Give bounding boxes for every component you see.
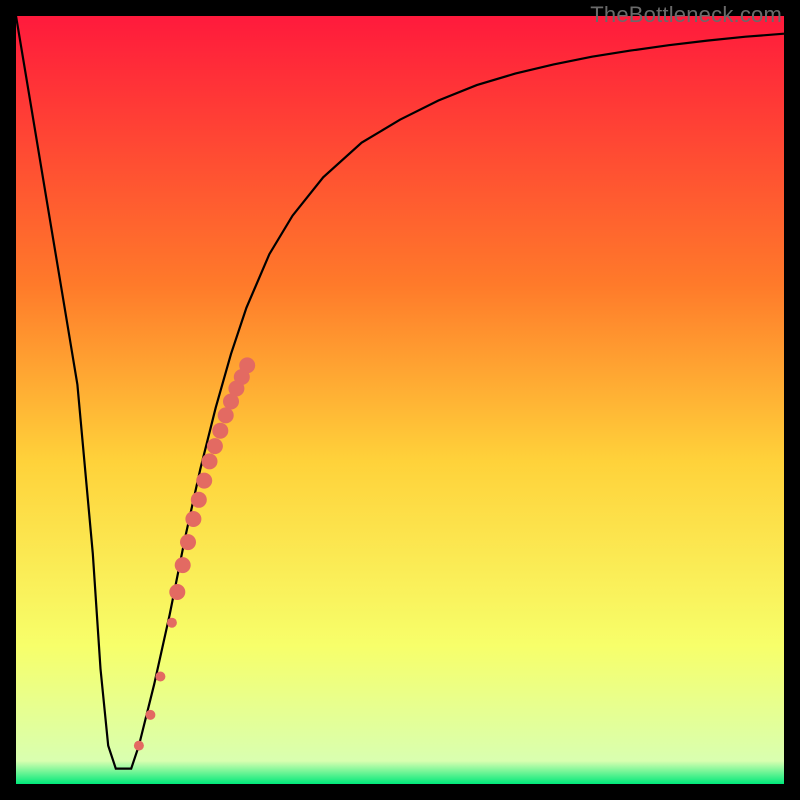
highlight-dot: [155, 672, 165, 682]
highlight-dot: [134, 741, 144, 751]
highlight-dot: [175, 557, 191, 573]
highlight-dot: [239, 357, 255, 373]
highlight-dot: [218, 407, 234, 423]
gradient-background: [16, 16, 784, 784]
highlight-dot: [207, 438, 223, 454]
chart-frame: TheBottleneck.com: [0, 0, 800, 800]
highlight-dot: [202, 453, 218, 469]
highlight-dot: [169, 584, 185, 600]
highlight-dot: [145, 710, 155, 720]
chart-svg: [16, 16, 784, 784]
highlight-dot: [191, 492, 207, 508]
highlight-dot: [167, 618, 177, 628]
watermark-text: TheBottleneck.com: [590, 2, 782, 28]
highlight-dot: [212, 423, 228, 439]
highlight-dot: [196, 473, 212, 489]
highlight-dot: [185, 511, 201, 527]
highlight-dot: [180, 534, 196, 550]
plot-area: [16, 16, 784, 784]
